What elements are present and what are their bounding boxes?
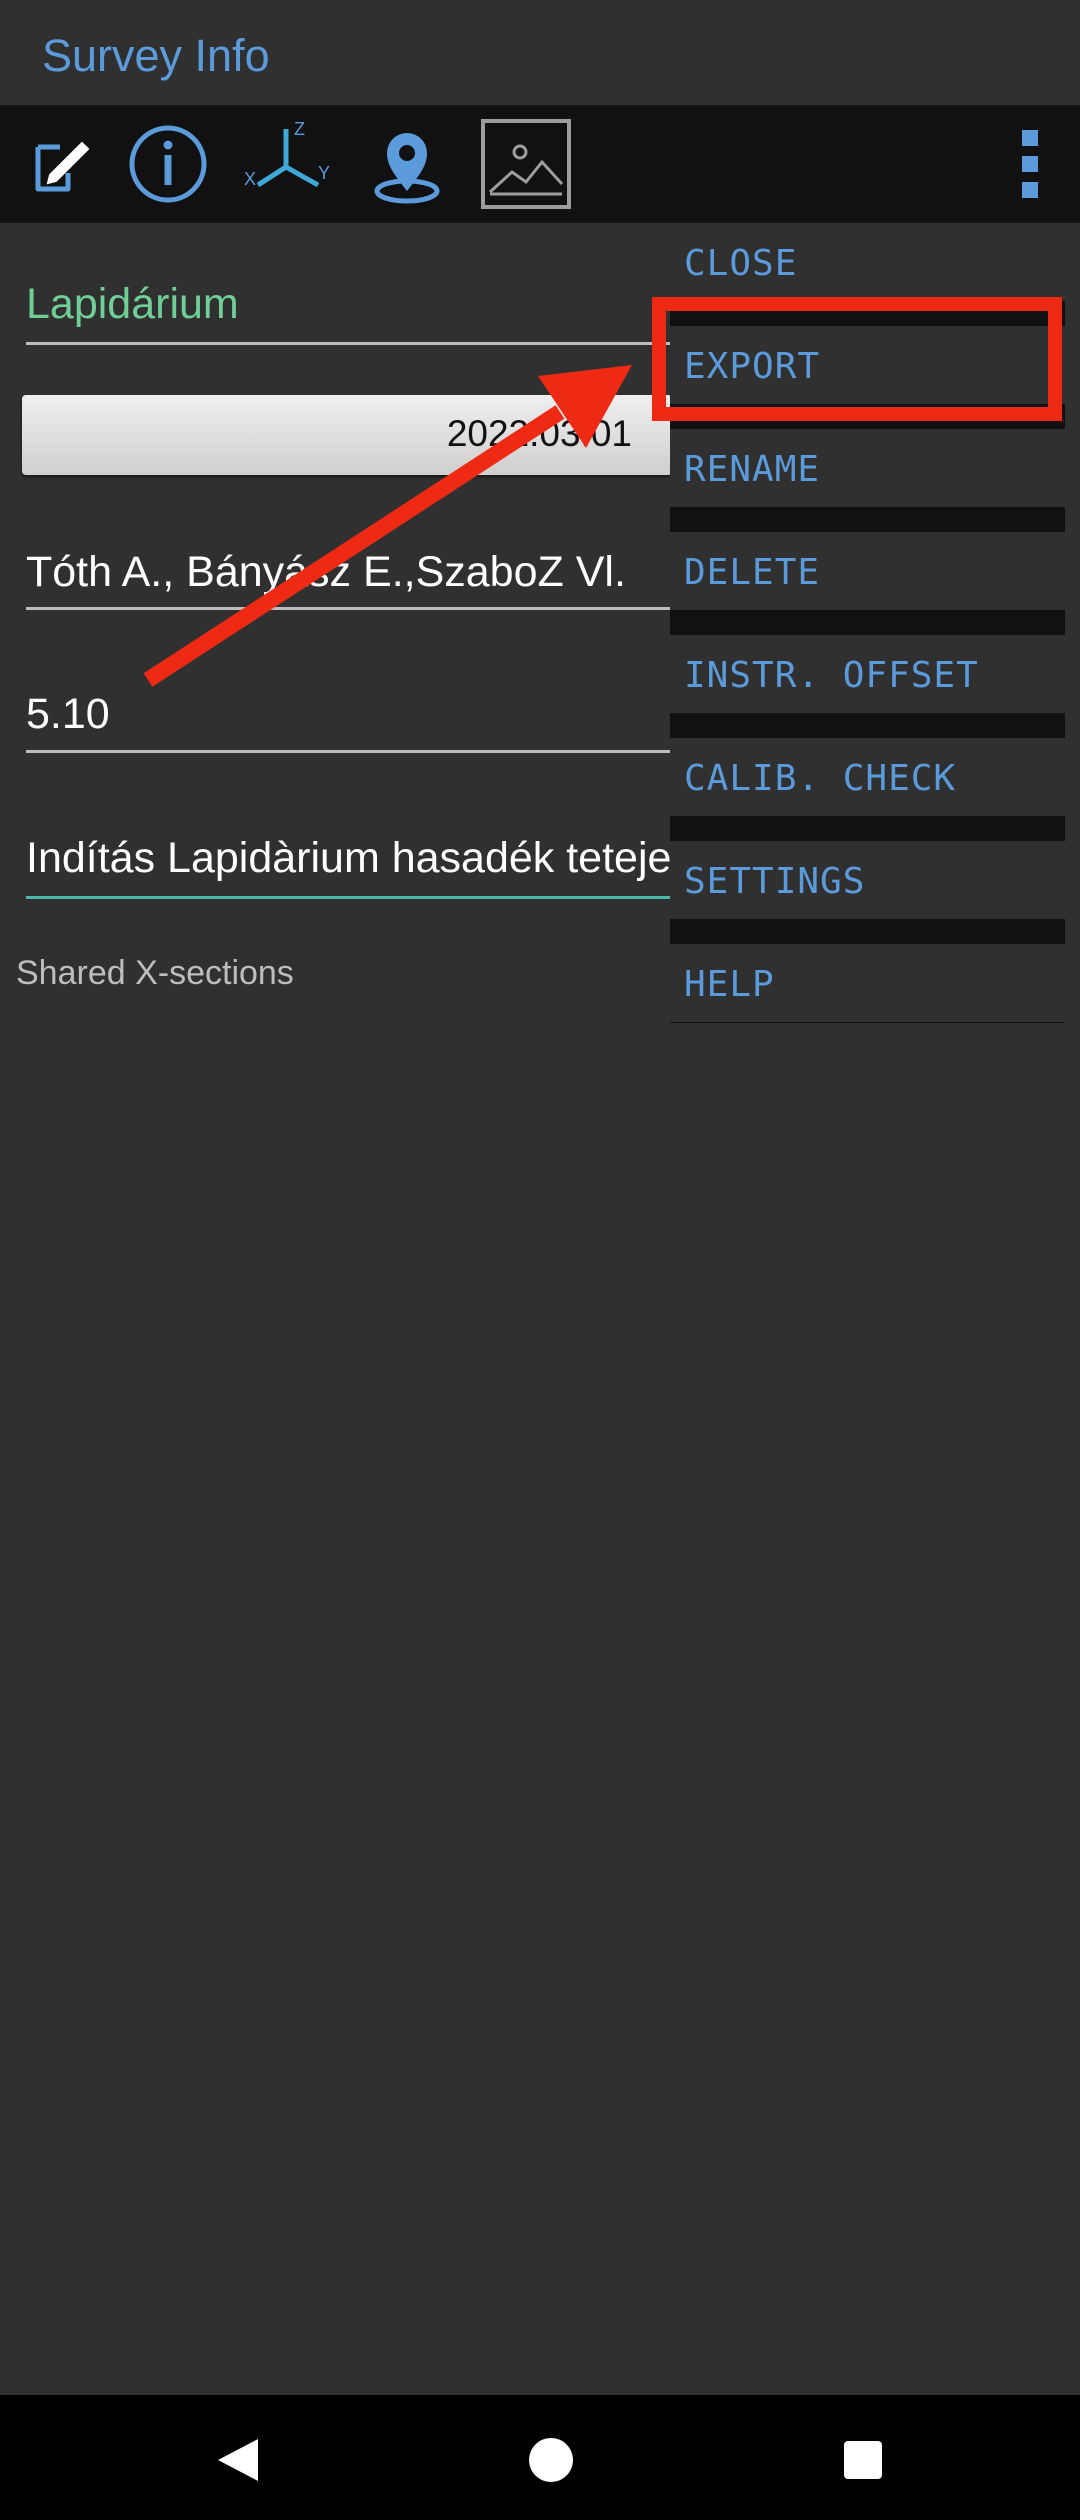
screen: Survey Info Z X Y Lapidárium Tóth A., Bá… [0,0,1080,2520]
back-icon[interactable] [212,2435,262,2485]
annotation-arrow [143,365,632,687]
system-nav-bar [0,2395,1080,2520]
recents-icon[interactable] [842,2439,884,2481]
home-icon[interactable] [526,2435,576,2485]
